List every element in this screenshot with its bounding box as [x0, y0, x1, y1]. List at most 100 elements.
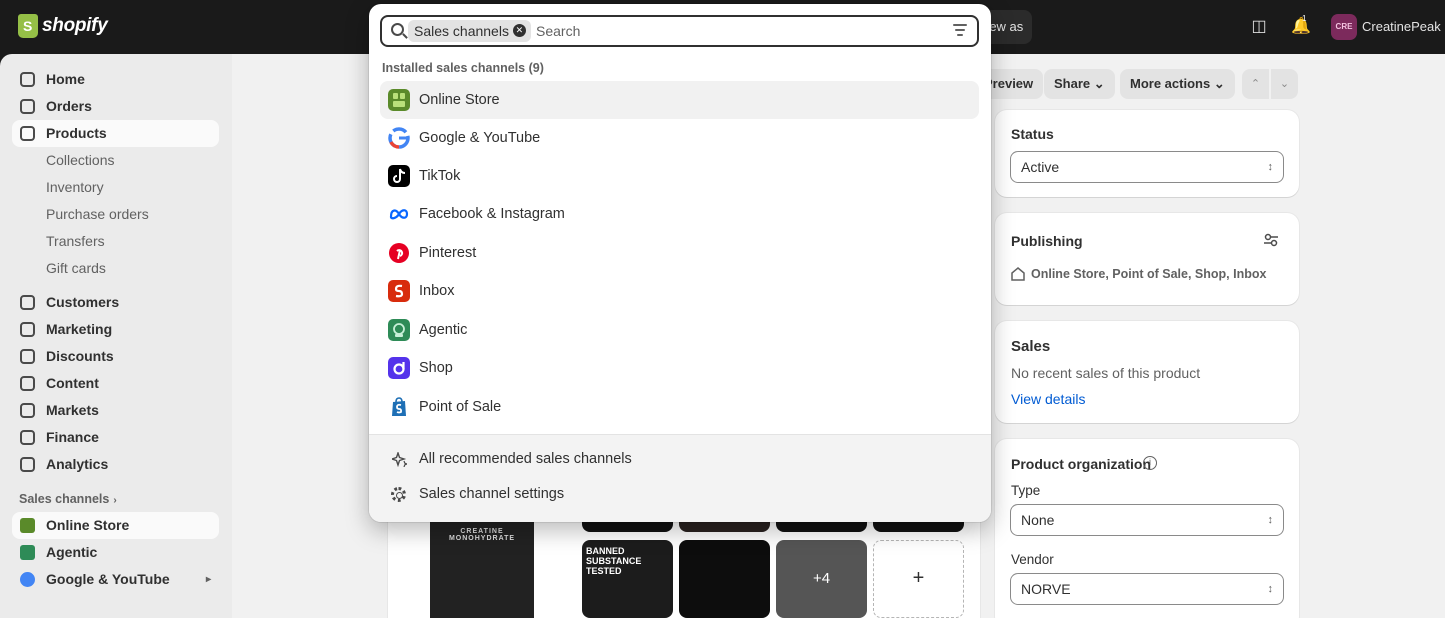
- discount-icon: [20, 349, 35, 364]
- channel-agentic[interactable]: Agentic: [380, 311, 979, 349]
- remove-tag-icon[interactable]: ✕: [512, 24, 526, 37]
- inbox-icon[interactable]: ◫: [1247, 15, 1271, 39]
- avatar[interactable]: CRE: [1331, 14, 1357, 40]
- more-actions-button[interactable]: More actions ⌄: [1120, 69, 1235, 99]
- vendor-select[interactable]: NORVE ↕: [1010, 573, 1284, 605]
- installed-channels-label: Installed sales channels (9): [382, 61, 544, 75]
- channel-tiktok[interactable]: TikTok: [380, 157, 979, 195]
- channel-google-youtube[interactable]: Google & YouTube: [380, 119, 979, 157]
- sidebar-item-transfers[interactable]: Transfers: [12, 228, 219, 255]
- all-recommended-channels-link[interactable]: All recommended sales channels: [380, 444, 979, 476]
- content-icon: [20, 376, 35, 391]
- filter-icon[interactable]: [953, 24, 967, 36]
- channels-icon: [1011, 267, 1025, 281]
- type-label: Type: [1011, 483, 1041, 498]
- info-icon[interactable]: i: [1143, 456, 1157, 470]
- sidebar-item-content[interactable]: Content: [12, 370, 219, 397]
- sidebar-item-inventory[interactable]: Inventory: [12, 174, 219, 201]
- sidebar-item-marketing[interactable]: Marketing: [12, 316, 219, 343]
- sales-title: Sales: [1011, 338, 1051, 355]
- sidebar-item-customers[interactable]: Customers: [12, 289, 219, 316]
- sales-channels-section[interactable]: Sales channels ›: [19, 492, 117, 506]
- google-icon: [20, 572, 35, 587]
- channel-inbox[interactable]: Inbox: [380, 272, 979, 310]
- add-media-button[interactable]: +: [873, 540, 964, 618]
- sidebar-item-collections[interactable]: Collections: [12, 147, 219, 174]
- logo-text: shopify: [42, 15, 108, 36]
- sidebar-item-markets[interactable]: Markets: [12, 397, 219, 424]
- select-arrows-icon: ↕: [1267, 161, 1274, 173]
- chevron-right-icon: ▸: [205, 574, 211, 585]
- product-organization-title: Product organization: [1011, 456, 1151, 472]
- next-product-button[interactable]: ⌄: [1271, 69, 1298, 99]
- chevron-right-icon: ›: [113, 495, 117, 506]
- sidebar-item-home[interactable]: Home: [12, 66, 219, 93]
- google-icon: [388, 127, 410, 149]
- filter-tag[interactable]: Sales channels ✕: [408, 20, 531, 42]
- search-input[interactable]: [536, 20, 936, 42]
- sidebar: Home Orders Products Collections Invento…: [0, 54, 232, 618]
- sidebar-item-orders[interactable]: Orders: [12, 93, 219, 120]
- channel-shop[interactable]: Shop: [380, 349, 979, 387]
- shopify-logo[interactable]: shopify: [18, 14, 108, 38]
- sidebar-item-finance[interactable]: Finance: [12, 424, 219, 451]
- media-thumbnail[interactable]: BANNED SUBSTANCE TESTED: [582, 540, 673, 618]
- online-store-icon: [388, 89, 410, 111]
- publishing-channels: Online Store, Point of Sale, Shop, Inbox: [1031, 267, 1267, 281]
- vendor-label: Vendor: [1011, 552, 1054, 567]
- notification-count: 1: [1302, 14, 1307, 23]
- chart-icon: [20, 457, 35, 472]
- store-name[interactable]: CreatinePeak: [1362, 19, 1441, 34]
- person-icon: [20, 295, 35, 310]
- meta-icon: [388, 203, 410, 225]
- bank-icon: [20, 430, 35, 445]
- sidebar-channel-online-store[interactable]: Online Store: [12, 512, 219, 539]
- manage-publishing-icon[interactable]: [1263, 233, 1279, 247]
- share-button[interactable]: Share ⌄: [1044, 69, 1115, 99]
- chevron-down-icon: ⌄: [1213, 76, 1225, 91]
- sidebar-item-products[interactable]: Products: [12, 120, 219, 147]
- chevron-down-icon: ⌄: [1093, 76, 1105, 91]
- pinterest-icon: [388, 242, 410, 264]
- sidebar-item-discounts[interactable]: Discounts: [12, 343, 219, 370]
- channel-point-of-sale[interactable]: Point of Sale: [380, 388, 979, 426]
- channel-facebook-instagram[interactable]: Facebook & Instagram: [380, 195, 979, 233]
- sparkle-icon: [389, 450, 409, 468]
- tiktok-icon: [388, 165, 410, 187]
- bell-icon[interactable]: 🔔: [1289, 15, 1313, 39]
- sidebar-item-analytics[interactable]: Analytics: [12, 451, 219, 478]
- sales-channels-popover: Sales channels ✕ Installed sales channel…: [369, 4, 991, 522]
- previous-product-button[interactable]: ⌃: [1242, 69, 1269, 99]
- sidebar-channel-google-youtube[interactable]: Google & YouTube ▸: [12, 566, 219, 593]
- target-icon: [20, 322, 35, 337]
- status-title: Status: [1011, 126, 1054, 142]
- agentic-icon: [20, 545, 35, 560]
- search-icon: [391, 23, 404, 36]
- orders-icon: [20, 99, 35, 114]
- sales-empty-text: No recent sales of this product: [1011, 365, 1201, 381]
- agentic-icon: [388, 319, 410, 341]
- select-arrows-icon: ↕: [1267, 514, 1274, 526]
- online-store-icon: [20, 518, 35, 533]
- tag-icon: [20, 126, 35, 141]
- publishing-card: Publishing Online Store, Point of Sale, …: [995, 213, 1299, 305]
- publishing-title: Publishing: [1011, 233, 1083, 249]
- select-arrows-icon: ↕: [1267, 583, 1274, 595]
- status-select[interactable]: Active ↕: [1010, 151, 1284, 183]
- sales-card: Sales No recent sales of this product Vi…: [995, 321, 1299, 423]
- channel-online-store[interactable]: Online Store: [380, 81, 979, 119]
- sales-channel-settings-link[interactable]: Sales channel settings: [380, 479, 979, 511]
- shop-icon: [388, 357, 410, 379]
- sidebar-channel-agentic[interactable]: Agentic: [12, 539, 219, 566]
- more-media-tile[interactable]: +4: [776, 540, 867, 618]
- type-select[interactable]: None ↕: [1010, 504, 1284, 536]
- channel-pinterest[interactable]: Pinterest: [380, 234, 979, 272]
- shopify-pos-icon: [388, 396, 410, 418]
- view-details-link[interactable]: View details: [1011, 391, 1085, 407]
- product-organization-card: Product organization i Type None ↕ Vendo…: [995, 439, 1299, 618]
- sidebar-item-gift-cards[interactable]: Gift cards: [12, 255, 219, 282]
- sidebar-item-purchase-orders[interactable]: Purchase orders: [12, 201, 219, 228]
- home-icon: [20, 72, 35, 87]
- search-bar[interactable]: Sales channels ✕: [380, 15, 979, 47]
- media-thumbnail[interactable]: [679, 540, 770, 618]
